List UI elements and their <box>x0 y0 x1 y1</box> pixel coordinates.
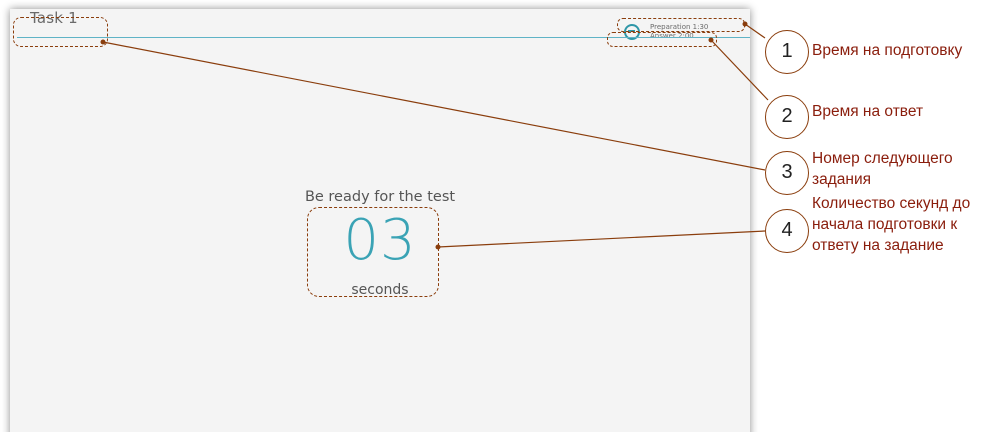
callout-label-4: Количество секунд до начала подготовки к… <box>812 195 971 254</box>
annotated-screenshot: Task 1 Preparation 1:30 Answer 2:00 Be r… <box>0 0 1004 432</box>
connector-2 <box>710 39 769 101</box>
connector-4-dot <box>435 244 441 250</box>
connector-2-dot <box>708 37 714 43</box>
connector-1-dot <box>742 21 748 27</box>
callout-label-3: Номер следующего задания <box>812 150 953 188</box>
callout-number-3: 3 <box>765 151 809 195</box>
connector-3 <box>102 41 766 171</box>
callout-number-4: 4 <box>765 209 809 253</box>
connector-4 <box>437 230 766 248</box>
callout-number-2: 2 <box>765 95 809 139</box>
callout-label-2: Время на ответ <box>812 103 924 120</box>
callout-label-1: Время на подготовку <box>812 42 963 59</box>
callout-number-1: 1 <box>765 30 809 74</box>
connector-1 <box>744 23 766 39</box>
connector-3-dot <box>100 39 106 45</box>
